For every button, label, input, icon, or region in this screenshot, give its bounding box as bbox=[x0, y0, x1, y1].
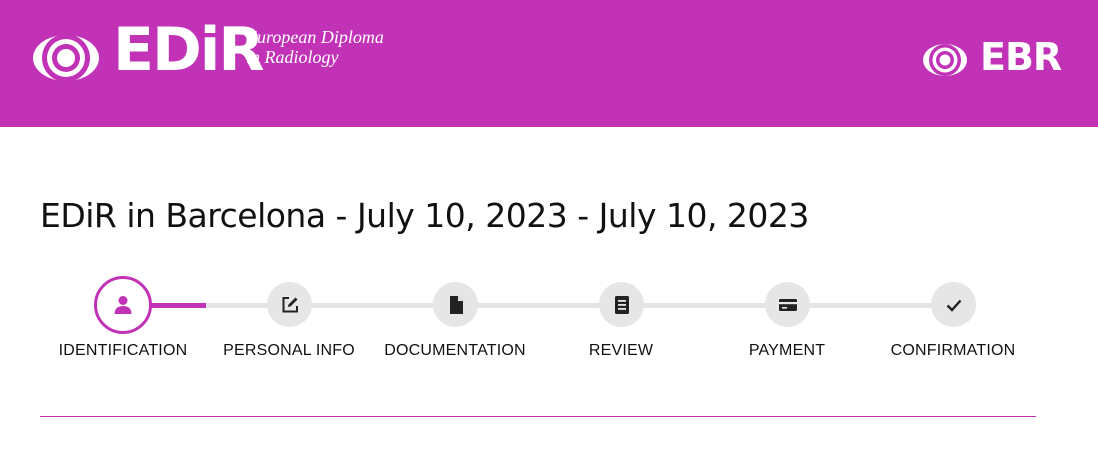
step-personal-info[interactable] bbox=[267, 282, 312, 327]
step-label-confirmation: CONFIRMATION bbox=[890, 342, 1016, 359]
check-icon bbox=[946, 299, 961, 312]
progress-track bbox=[206, 303, 952, 308]
document-icon bbox=[449, 295, 463, 314]
step-label-review: REVIEW bbox=[588, 342, 654, 359]
credit-card-icon bbox=[778, 298, 797, 311]
step-payment[interactable] bbox=[765, 282, 810, 327]
step-identification[interactable] bbox=[94, 276, 152, 334]
edit-icon bbox=[282, 296, 298, 312]
progress-track-complete bbox=[150, 303, 206, 308]
step-label-payment: PAYMENT bbox=[748, 342, 826, 359]
section-divider bbox=[40, 416, 1036, 417]
step-documentation[interactable] bbox=[433, 282, 478, 327]
step-review[interactable] bbox=[599, 282, 644, 327]
step-label-documentation: DOCUMENTATION bbox=[384, 342, 526, 359]
step-confirmation[interactable] bbox=[931, 282, 976, 327]
registration-stepper: IDENTIFICATION PERSONAL INFO DOCUMENTATI… bbox=[0, 0, 1098, 457]
person-icon bbox=[114, 296, 132, 314]
list-document-icon bbox=[614, 295, 629, 314]
step-label-personal-info: PERSONAL INFO bbox=[223, 342, 355, 359]
step-label-identification: IDENTIFICATION bbox=[58, 342, 188, 359]
